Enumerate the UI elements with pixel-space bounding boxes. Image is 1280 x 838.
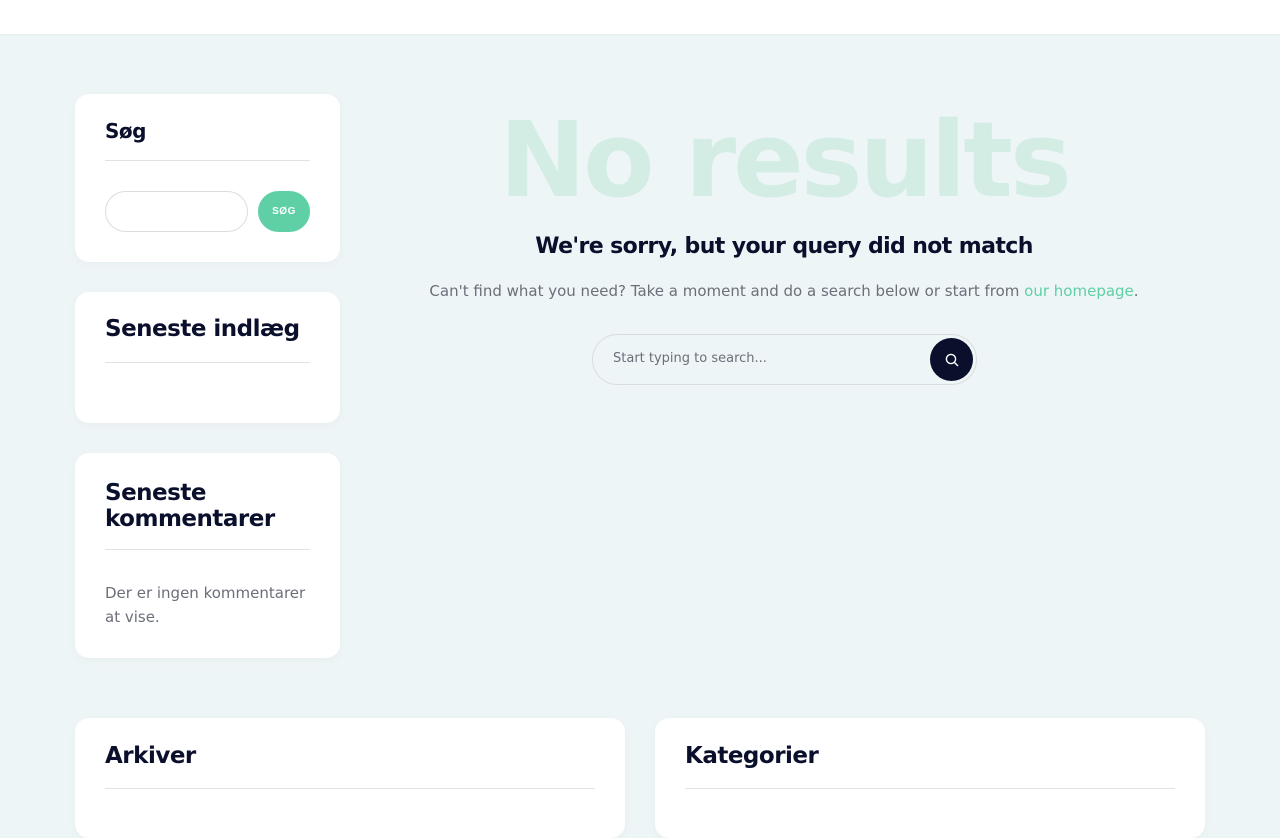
no-results-heading: No results — [499, 99, 1072, 221]
recent-posts-title: Seneste indlæg — [105, 316, 300, 342]
archive-title: Arkiver — [105, 743, 196, 769]
recent-posts-widget: Seneste indlæg — [75, 292, 340, 423]
help-text-after: . — [1133, 282, 1139, 300]
categories-widget: Kategorier — [655, 718, 1205, 838]
divider — [105, 549, 310, 550]
divider — [105, 362, 310, 363]
homepage-link[interactable]: our homepage — [1024, 282, 1134, 300]
sidebar-search-input[interactable] — [105, 191, 248, 232]
categories-title: Kategorier — [685, 743, 819, 769]
search-icon — [945, 353, 958, 366]
search-submit-button[interactable] — [930, 338, 973, 381]
help-text-before: Can't find what you need? Take a moment … — [429, 282, 1025, 300]
sorry-heading: We're sorry, but your query did not matc… — [535, 234, 1033, 259]
recent-comments-title: Seneste kommentarer — [105, 480, 275, 532]
top-bar — [0, 0, 1280, 34]
divider — [685, 788, 1175, 789]
search-widget: Søg SØG — [75, 94, 340, 262]
main-search-placeholder: Start typing to search... — [613, 351, 767, 366]
search-widget-title: Søg — [105, 119, 146, 143]
divider — [105, 160, 310, 161]
sidebar-search-button[interactable]: SØG — [258, 191, 310, 232]
divider — [105, 788, 595, 789]
archive-widget: Arkiver — [75, 718, 625, 838]
help-text: Can't find what you need? Take a moment … — [380, 282, 1188, 300]
recent-comments-widget: Seneste kommentarer Der er ingen komment… — [75, 453, 340, 658]
main-search-field[interactable]: Start typing to search... — [592, 334, 977, 385]
no-comments-text: Der er ingen kommentarer at vise. — [105, 584, 306, 626]
